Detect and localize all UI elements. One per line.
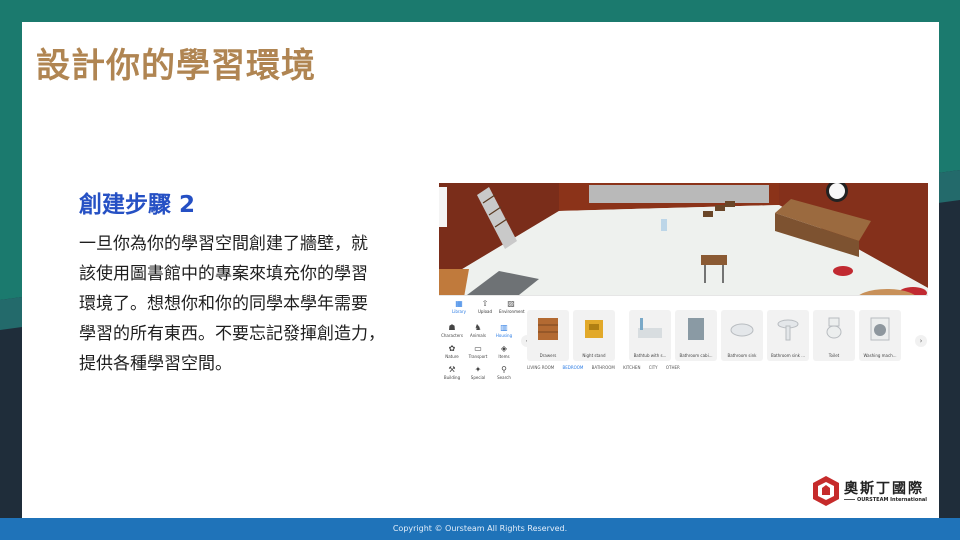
bathroom-sink-icon	[730, 323, 754, 337]
editor-screenshot: ▦ Library ⇧ Upload ▨ Environment ☗ Chara…	[439, 183, 928, 390]
tab-library[interactable]: ▦ Library	[447, 299, 471, 314]
logo-divider	[844, 499, 855, 500]
building-icon: ⚒	[448, 365, 456, 374]
body-line: 一旦你為你的學習空間創建了牆壁，就	[79, 234, 368, 254]
environment-icon: ▨	[507, 299, 515, 308]
room-tab-bedroom[interactable]: BEDROOM	[563, 365, 584, 370]
body-line: 該使用圖書館中的專案來填充你的學習	[79, 264, 368, 284]
room-tab-city[interactable]: CITY	[649, 365, 658, 370]
library-item-drawers[interactable]: Drawers	[527, 310, 569, 361]
body-line: 學習的所有東西。不要忘記發揮創造力，	[79, 324, 385, 344]
body-text: 一旦你為你的學習空間創建了牆壁，就 該使用圖書館中的專案來填充你的學習 環境了。…	[79, 229, 439, 379]
room-tab-living-room[interactable]: LIVING ROOM	[527, 365, 554, 370]
items-icon: ◈	[500, 344, 508, 353]
washing-machine-icon	[870, 317, 890, 341]
drawers-icon	[538, 318, 558, 340]
library-panel: ▦ Library ⇧ Upload ▨ Environment ☗ Chara…	[439, 295, 928, 390]
slide-title: 設計你的學習環境	[36, 46, 316, 86]
category-animals[interactable]: ♞ Animals	[465, 323, 491, 338]
category-search[interactable]: ⚲ Search	[491, 365, 517, 380]
library-item-toilet[interactable]: Toilet	[813, 310, 855, 361]
category-nature[interactable]: ✿ Nature	[439, 344, 465, 359]
body-line: 提供各種學習空間。	[79, 354, 232, 374]
chevron-right-icon: ›	[919, 337, 923, 345]
room-filter-tabs: LIVING ROOM BEDROOM BATHROOM KITCHEN CIT…	[527, 365, 687, 370]
category-items[interactable]: ◈ Items	[491, 344, 517, 359]
logo-chinese-name: 奧斯丁國際	[844, 481, 924, 497]
library-item-bathtub[interactable]: Bathtub with s...	[629, 310, 671, 361]
library-item-bathroom-sink[interactable]: Bathroom sink	[721, 310, 763, 361]
oursteam-logo: 奧斯丁國際 OURSTEAM International	[811, 475, 936, 509]
category-housing[interactable]: ▥ Housing	[491, 323, 517, 338]
transport-icon: ▭	[474, 344, 482, 353]
scroll-right-button[interactable]: ›	[915, 335, 927, 347]
bathtub-icon	[638, 318, 662, 338]
category-special[interactable]: ✦ Special	[465, 365, 491, 380]
animals-icon: ♞	[474, 323, 482, 332]
library-icon: ▦	[455, 299, 463, 308]
body-line: 環境了。想想你和你的同學本學年需要	[79, 294, 368, 314]
night-stand-icon	[585, 320, 603, 338]
category-transport[interactable]: ▭ Transport	[465, 344, 491, 359]
room-tab-other[interactable]: OTHER	[666, 365, 680, 370]
step-heading: 創建步驟 2	[79, 192, 196, 218]
special-icon: ✦	[474, 365, 482, 374]
room-tab-bathroom[interactable]: BATHROOM	[592, 365, 615, 370]
nature-icon: ✿	[448, 344, 456, 353]
toilet-icon	[826, 317, 842, 339]
pedestal-sink-icon	[777, 319, 799, 341]
category-characters[interactable]: ☗ Characters	[439, 323, 465, 338]
room-tab-kitchen[interactable]: KITCHEN	[623, 365, 640, 370]
bathroom-cabinet-icon	[688, 318, 704, 340]
library-sidebar: ▦ Library ⇧ Upload ▨ Environment ☗ Chara…	[439, 296, 525, 390]
tab-environment[interactable]: ▨ Environment	[499, 299, 525, 314]
copyright-text: Copyright © Oursteam All Rights Reserved…	[392, 524, 568, 533]
search-icon: ⚲	[501, 365, 507, 374]
logo-english-name: OURSTEAM International	[857, 497, 927, 503]
characters-icon: ☗	[448, 323, 456, 332]
category-building[interactable]: ⚒ Building	[439, 365, 465, 380]
oursteam-logo-mark	[813, 476, 839, 506]
tab-upload[interactable]: ⇧ Upload	[473, 299, 497, 314]
library-item-washing-machine[interactable]: Washing mach...	[859, 310, 901, 361]
library-item-bathroom-cabinet[interactable]: Bathroom cabi...	[675, 310, 717, 361]
footer-bar: Copyright © Oursteam All Rights Reserved…	[0, 518, 960, 540]
housing-icon: ▥	[500, 323, 508, 332]
library-item-night-stand[interactable]: Night stand	[573, 310, 615, 361]
upload-icon: ⇧	[481, 299, 489, 308]
library-item-bathroom-sink-2[interactable]: Bathroom sink ...	[767, 310, 809, 361]
